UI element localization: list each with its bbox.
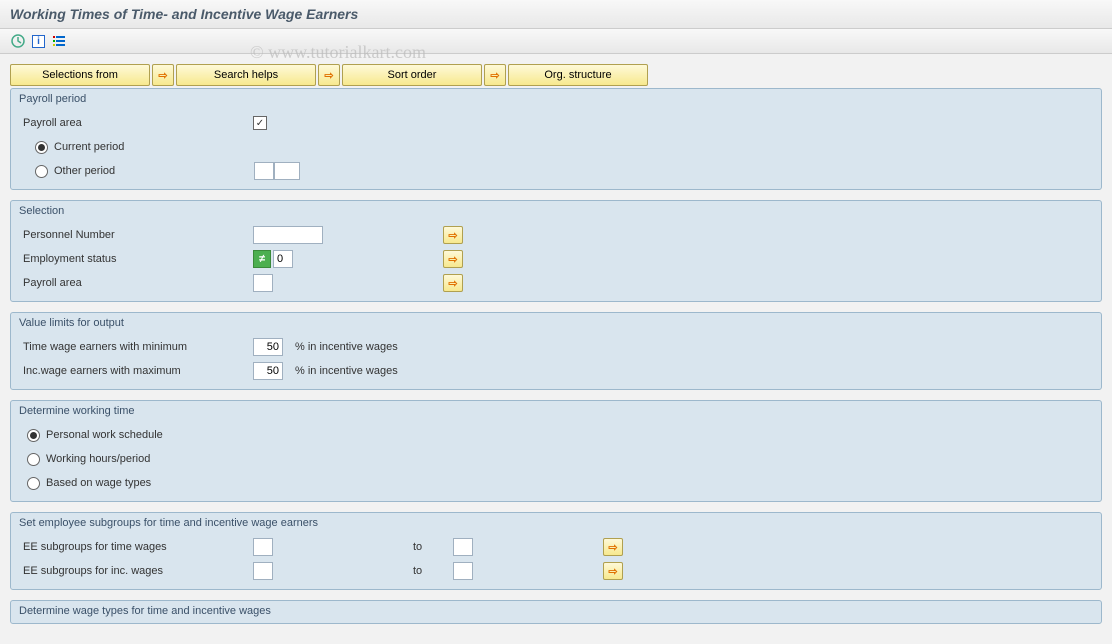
personal-schedule-radio[interactable] [27, 429, 40, 442]
group-title: Value limits for output [11, 313, 1101, 335]
percent-suffix: % in incentive wages [295, 365, 398, 377]
selections-from-button[interactable]: Selections from [10, 64, 150, 86]
multiple-selection-icon[interactable]: ⇨ [603, 562, 623, 580]
employment-status-label: Employment status [23, 253, 253, 265]
value-limits-group: Value limits for output Time wage earner… [10, 312, 1102, 390]
other-period-label: Other period [54, 165, 254, 177]
payroll-area-label: Payroll area [23, 117, 253, 129]
selection-group: Selection Personnel Number ⇨ Employment … [10, 200, 1102, 302]
wage-types-radio[interactable] [27, 477, 40, 490]
toolbar: i [0, 29, 1112, 54]
payroll-area-sel-label: Payroll area [23, 277, 253, 289]
current-period-radio[interactable] [35, 141, 48, 154]
percent-suffix: % in incentive wages [295, 341, 398, 353]
current-period-label: Current period [54, 141, 124, 153]
arrow-icon[interactable]: ⇨ [318, 64, 340, 86]
not-equal-icon[interactable]: ≠ [253, 250, 271, 268]
group-title: Determine wage types for time and incent… [11, 601, 1101, 623]
group-title: Payroll period [11, 89, 1101, 111]
sort-order-button[interactable]: Sort order [342, 64, 482, 86]
multiple-selection-icon[interactable]: ⇨ [443, 274, 463, 292]
payroll-area-checkbox[interactable]: ✓ [253, 116, 267, 130]
variant-icon[interactable] [51, 33, 67, 49]
personnel-number-label: Personnel Number [23, 229, 253, 241]
inc-wage-max-label: Inc.wage earners with maximum [23, 365, 253, 377]
org-structure-button[interactable]: Org. structure [508, 64, 648, 86]
ee-time-to-input[interactable] [453, 538, 473, 556]
ee-inc-from-input[interactable] [253, 562, 273, 580]
title-bar: Working Times of Time- and Incentive Wag… [0, 0, 1112, 29]
personnel-number-input[interactable] [253, 226, 323, 244]
execute-icon[interactable] [10, 33, 26, 49]
payroll-area-sel-input[interactable] [253, 274, 273, 292]
time-wage-min-input[interactable] [253, 338, 283, 356]
ee-inc-to-input[interactable] [453, 562, 473, 580]
personal-schedule-label: Personal work schedule [46, 429, 163, 441]
content-area: Selections from ⇨ Search helps ⇨ Sort or… [0, 54, 1112, 634]
determine-working-time-group: Determine working time Personal work sch… [10, 400, 1102, 502]
info-icon[interactable]: i [32, 35, 45, 48]
wage-types-label: Based on wage types [46, 477, 151, 489]
payroll-period-group: Payroll period Payroll area ✓ Current pe… [10, 88, 1102, 190]
to-label: to [393, 565, 453, 577]
ee-time-from-input[interactable] [253, 538, 273, 556]
ee-inc-wages-label: EE subgroups for inc. wages [23, 565, 253, 577]
to-label: to [393, 541, 453, 553]
time-wage-min-label: Time wage earners with minimum [23, 341, 253, 353]
multiple-selection-icon[interactable]: ⇨ [443, 250, 463, 268]
multiple-selection-icon[interactable]: ⇨ [443, 226, 463, 244]
page-title: Working Times of Time- and Incentive Wag… [10, 6, 1102, 22]
inc-wage-max-input[interactable] [253, 362, 283, 380]
ee-time-wages-label: EE subgroups for time wages [23, 541, 253, 553]
other-period-input-1[interactable] [254, 162, 274, 180]
ee-subgroups-group: Set employee subgroups for time and ince… [10, 512, 1102, 590]
working-hours-radio[interactable] [27, 453, 40, 466]
arrow-icon[interactable]: ⇨ [152, 64, 174, 86]
search-helps-button[interactable]: Search helps [176, 64, 316, 86]
working-hours-label: Working hours/period [46, 453, 150, 465]
arrow-icon[interactable]: ⇨ [484, 64, 506, 86]
group-title: Determine working time [11, 401, 1101, 423]
other-period-input-2[interactable] [274, 162, 300, 180]
determine-wage-types-group: Determine wage types for time and incent… [10, 600, 1102, 624]
group-title: Selection [11, 201, 1101, 223]
group-title: Set employee subgroups for time and ince… [11, 513, 1101, 535]
other-period-radio[interactable] [35, 165, 48, 178]
multiple-selection-icon[interactable]: ⇨ [603, 538, 623, 556]
employment-status-input[interactable] [273, 250, 293, 268]
action-button-row: Selections from ⇨ Search helps ⇨ Sort or… [10, 64, 1102, 86]
